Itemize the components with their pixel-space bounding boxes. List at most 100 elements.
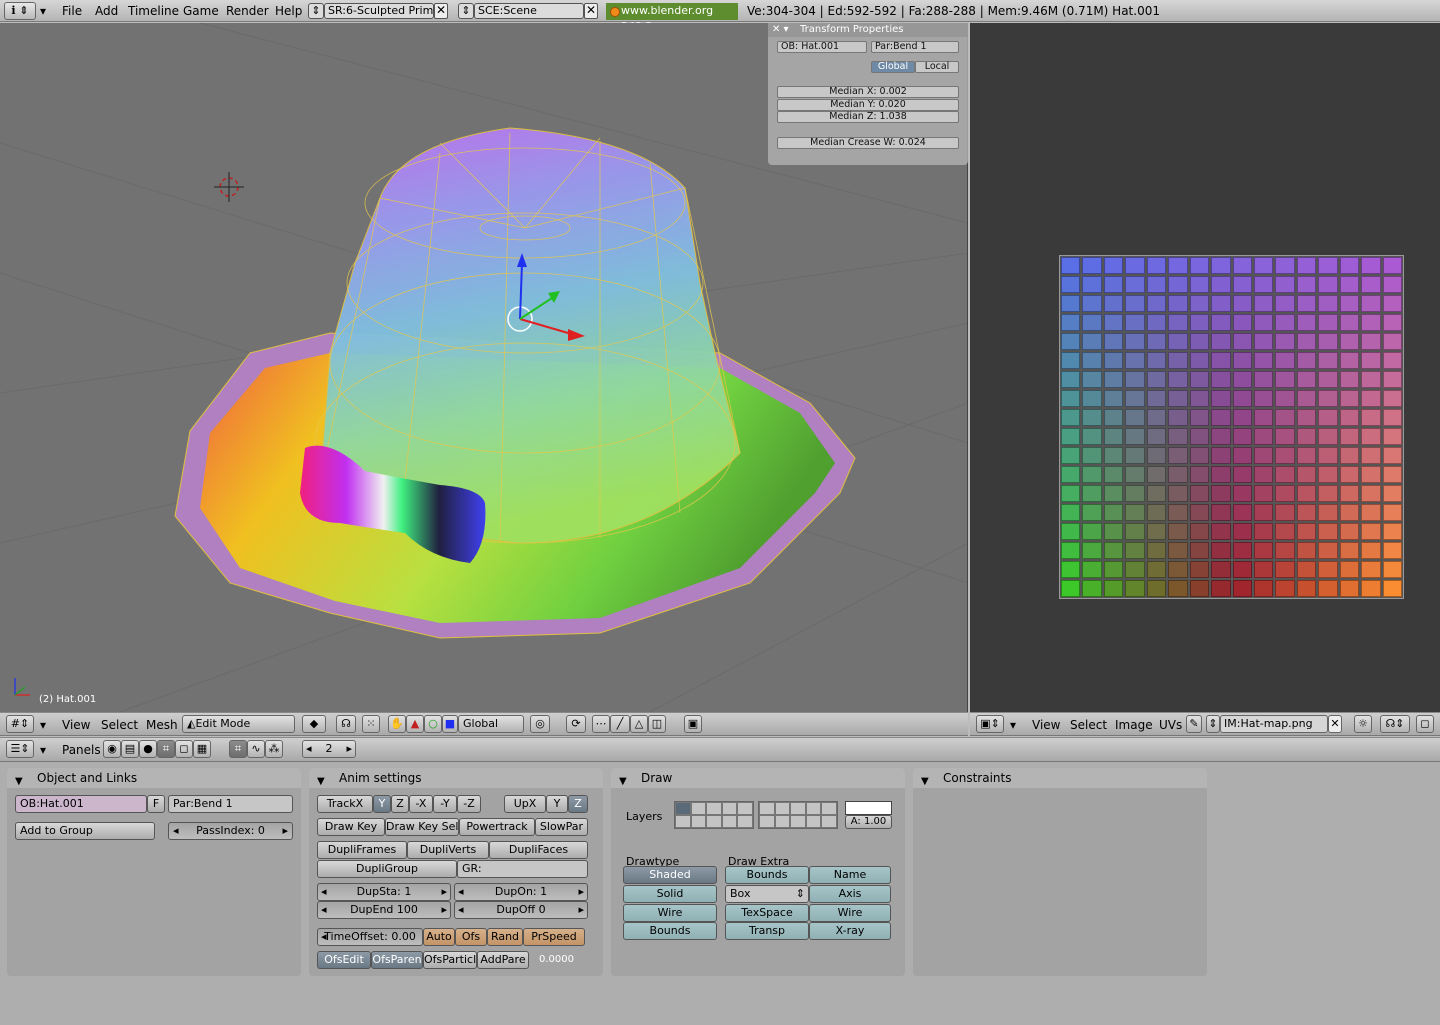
group-input[interactable]: GR: xyxy=(457,860,588,878)
screen-delete-icon[interactable]: ✕ xyxy=(434,3,448,19)
up-x-button[interactable]: UpX xyxy=(504,795,546,813)
layer-buttons-b[interactable] xyxy=(758,801,838,829)
vertex-select-icon[interactable]: ⋯ xyxy=(592,715,610,733)
scene-delete-icon[interactable]: ✕ xyxy=(584,3,598,19)
track-negz-button[interactable]: -Z xyxy=(457,795,481,813)
increment-icon[interactable]: ▸ xyxy=(346,741,352,757)
alpha-field[interactable]: A: 1.00 xyxy=(845,815,892,829)
slowpar-button[interactable]: SlowPar xyxy=(535,818,588,836)
hand-icon[interactable]: ✋ xyxy=(388,715,406,733)
rotate-icon[interactable]: ○ xyxy=(424,715,442,733)
median-y-field[interactable]: Median Y: 0.020 xyxy=(777,99,959,111)
layer-toggle[interactable] xyxy=(774,802,791,815)
dupliverts-button[interactable]: DupliVerts xyxy=(407,841,489,859)
ofsedit-button[interactable]: OfsEdit xyxy=(317,951,371,969)
particles-icon[interactable]: ⁂ xyxy=(265,740,283,758)
edge-select-icon[interactable]: ╱ xyxy=(610,715,630,733)
menu-timeline[interactable]: Timeline xyxy=(128,4,179,18)
dupend-field[interactable]: ◂ DupEnd 100 ▸ xyxy=(317,901,451,919)
layer-toggle[interactable] xyxy=(706,802,722,815)
layer-toggle[interactable] xyxy=(737,802,753,815)
layer-toggle[interactable] xyxy=(821,815,837,828)
lock-icon[interactable]: ☼ xyxy=(1354,715,1372,733)
anim-settings-title[interactable]: ▼ Anim settings xyxy=(309,768,603,788)
collapse-header-icon[interactable]: ▾ xyxy=(40,718,46,732)
scene-name-field[interactable]: SCE:Scene xyxy=(474,3,584,19)
editing-icon[interactable]: ◻ xyxy=(175,740,193,758)
layer-buttons-a[interactable] xyxy=(674,801,754,829)
drawtype-shaded[interactable]: Shaded xyxy=(623,866,717,884)
up-y-button[interactable]: Y xyxy=(546,795,568,813)
render-icon[interactable]: ▣ xyxy=(684,715,702,733)
layer-toggle[interactable] xyxy=(759,802,775,815)
collapse-draw-icon[interactable]: ▼ xyxy=(619,772,627,792)
fake-user-button[interactable]: F xyxy=(147,795,165,813)
collapse-constraints-icon[interactable]: ▼ xyxy=(921,772,929,792)
layer-toggle[interactable] xyxy=(805,802,822,815)
collapse-menu-icon[interactable]: ▾ xyxy=(40,4,46,18)
median-x-field[interactable]: Median X: 0.002 xyxy=(777,86,959,98)
median-z-field[interactable]: Median Z: 1.038 xyxy=(777,111,959,123)
menu-help[interactable]: Help xyxy=(275,4,302,18)
menu-image[interactable]: Image xyxy=(1115,718,1153,732)
powertrack-button[interactable]: Powertrack xyxy=(459,818,535,836)
layer-toggle[interactable] xyxy=(790,815,806,828)
menu-file[interactable]: File xyxy=(62,4,82,18)
shading-icon[interactable]: ● xyxy=(139,740,157,758)
menu-image-select[interactable]: Select xyxy=(1070,718,1107,732)
dupoff-field[interactable]: ◂ DupOff 0 ▸ xyxy=(454,901,588,919)
global-toggle-button[interactable]: Global xyxy=(871,61,915,73)
translate-icon[interactable]: ▲ xyxy=(406,715,424,733)
rand-button[interactable]: Rand xyxy=(487,928,523,946)
menu-uvs[interactable]: UVs xyxy=(1159,718,1182,732)
object-icon[interactable]: ⌗ xyxy=(157,740,175,758)
ofsparticle-button[interactable]: OfsParticl xyxy=(423,951,477,969)
layers-icon[interactable]: ◎ xyxy=(530,715,550,733)
extra-texspace-button[interactable]: TexSpace xyxy=(725,904,809,922)
layer-toggle[interactable] xyxy=(721,815,738,828)
pin-icon[interactable]: ✎ xyxy=(1186,715,1202,733)
extra-transp-button[interactable]: Transp xyxy=(725,922,809,940)
info-window-type-button[interactable]: i ⇕ xyxy=(4,2,36,20)
proportional-icon[interactable]: ⟳ xyxy=(566,715,586,733)
close-icon[interactable]: ✕ ▾ xyxy=(772,23,789,37)
auto-button[interactable]: Auto xyxy=(423,928,455,946)
image-name-field[interactable]: IM:Hat-map.png xyxy=(1220,715,1328,733)
extra-wire-button[interactable]: Wire xyxy=(809,904,891,922)
panels-menu[interactable]: Panels xyxy=(62,743,101,757)
menu-view[interactable]: View xyxy=(62,718,90,732)
extra-xray-button[interactable]: X-ray xyxy=(809,922,891,940)
physics-icon[interactable]: ∿ xyxy=(247,740,265,758)
timeoffset-decrement-icon[interactable]: ◂ xyxy=(321,929,327,945)
pivot-button[interactable]: ☊ xyxy=(336,715,356,733)
layer-toggle[interactable] xyxy=(790,802,806,815)
add-to-group-button[interactable]: Add to Group xyxy=(15,822,155,840)
ofsparent-button[interactable]: OfsParen xyxy=(371,951,423,969)
dupon-field[interactable]: ◂ DupOn: 1 ▸ xyxy=(454,883,588,901)
frame-number-field[interactable]: ◂ 2 ▸ xyxy=(302,740,356,758)
layer-toggle[interactable] xyxy=(821,802,837,815)
uv-sync-icon[interactable]: ☊⇕ xyxy=(1380,715,1410,733)
ofs-button[interactable]: Ofs xyxy=(455,928,487,946)
layer-toggle[interactable] xyxy=(675,815,691,828)
face-select-icon[interactable]: △ xyxy=(630,715,648,733)
logic-icon[interactable]: ◉ xyxy=(103,740,121,758)
extra-bounds-button[interactable]: Bounds xyxy=(725,866,809,884)
image-unlink-icon[interactable]: ✕ xyxy=(1328,715,1342,733)
extra-name-button[interactable]: Name xyxy=(809,866,891,884)
object-name-field[interactable]: OB: Hat.001 xyxy=(777,41,867,53)
pass-increment-icon[interactable]: ▸ xyxy=(282,823,288,839)
timeoffset-field[interactable]: ◂ TimeOffset: 0.00 xyxy=(317,928,423,946)
draw-key-button[interactable]: Draw Key xyxy=(317,818,385,836)
collapse-buttons-header-icon[interactable]: ▾ xyxy=(40,743,46,757)
scene-browse-button[interactable]: ⇕ xyxy=(458,3,474,19)
layer-toggle[interactable] xyxy=(805,815,822,828)
collapse-panel-icon[interactable]: ▼ xyxy=(15,772,23,792)
collapse-anim-icon[interactable]: ▼ xyxy=(317,772,325,792)
menu-add[interactable]: Add xyxy=(95,4,118,18)
layer-toggle[interactable] xyxy=(690,802,707,815)
track-z-button[interactable]: Z xyxy=(391,795,409,813)
draw-title[interactable]: ▼ Draw xyxy=(611,768,905,788)
object-color-swatch[interactable] xyxy=(845,801,892,815)
scene-icon[interactable]: ▦ xyxy=(193,740,211,758)
